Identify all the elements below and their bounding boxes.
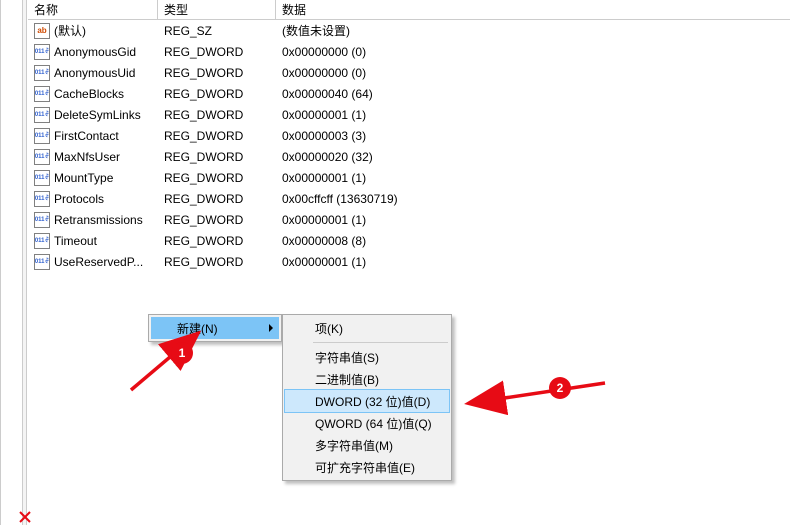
reg-binary-icon (34, 212, 50, 228)
table-row[interactable]: DeleteSymLinks REG_DWORD0x00000001 (1) (28, 104, 790, 125)
cell-name: UseReservedP... (34, 254, 164, 270)
reg-binary-icon (34, 191, 50, 207)
cell-name-text: DeleteSymLinks (54, 108, 141, 122)
cell-name-text: (默认) (54, 22, 86, 39)
menu-item-label: QWORD (64 位)值(Q) (315, 415, 432, 432)
column-header-name[interactable]: 名称 (28, 0, 158, 19)
cell-name-text: FirstContact (54, 129, 119, 143)
cell-name: AnonymousUid (34, 65, 164, 81)
menu-item-expand[interactable]: 可扩充字符串值(E) (285, 456, 449, 478)
cell-name: DeleteSymLinks (34, 107, 164, 123)
cell-type: REG_DWORD (164, 66, 282, 80)
cell-type: REG_DWORD (164, 171, 282, 185)
cell-type: REG_DWORD (164, 255, 282, 269)
menu-separator (313, 342, 448, 343)
reg-binary-icon (34, 254, 50, 270)
reg-binary-icon (34, 128, 50, 144)
cell-data: 0x00000020 (32) (282, 150, 790, 164)
cell-data: 0x00000001 (1) (282, 108, 790, 122)
table-row[interactable]: MaxNfsUser REG_DWORD0x00000020 (32) (28, 146, 790, 167)
cell-name: Timeout (34, 233, 164, 249)
reg-binary-icon (34, 44, 50, 60)
cell-type: REG_DWORD (164, 87, 282, 101)
cell-name: MaxNfsUser (34, 149, 164, 165)
column-header-type[interactable]: 类型 (158, 0, 276, 19)
table-row[interactable]: Timeout REG_DWORD0x00000008 (8) (28, 230, 790, 251)
cell-name-text: Retransmissions (54, 213, 143, 227)
cell-name-text: AnonymousGid (54, 45, 136, 59)
cell-data: 0x00000003 (3) (282, 129, 790, 143)
chevron-right-icon (269, 324, 273, 332)
cell-data: 0x00000000 (0) (282, 66, 790, 80)
menu-item-dword[interactable]: DWORD (32 位)值(D) (285, 390, 449, 412)
menu-item-label: DWORD (32 位)值(D) (315, 393, 430, 410)
context-menu: 新建(N) (148, 314, 282, 342)
menu-item-binary[interactable]: 二进制值(B) (285, 368, 449, 390)
reg-binary-icon (34, 107, 50, 123)
reg-binary-icon (34, 149, 50, 165)
cell-data: (数值未设置) (282, 22, 790, 39)
cell-type: REG_DWORD (164, 213, 282, 227)
cell-type: REG_DWORD (164, 150, 282, 164)
table-row[interactable]: FirstContact REG_DWORD0x00000003 (3) (28, 125, 790, 146)
cell-name: CacheBlocks (34, 86, 164, 102)
menu-item-label: 多字符串值(M) (315, 437, 393, 454)
cell-type: REG_DWORD (164, 108, 282, 122)
cell-type: REG_DWORD (164, 129, 282, 143)
cell-name-text: MountType (54, 171, 113, 185)
cell-data: 0x00000001 (1) (282, 255, 790, 269)
cell-data: 0x00000008 (8) (282, 234, 790, 248)
cell-type: REG_DWORD (164, 192, 282, 206)
reg-binary-icon (34, 65, 50, 81)
reg-binary-icon (34, 86, 50, 102)
column-headers: 名称 类型 数据 (28, 0, 790, 20)
menu-item-key[interactable]: 项(K) (285, 317, 449, 339)
cell-name-text: UseReservedP... (54, 255, 143, 269)
cell-data: 0x00cffcff (13630719) (282, 192, 790, 206)
column-header-data[interactable]: 数据 (276, 0, 790, 19)
cell-data: 0x00000001 (1) (282, 213, 790, 227)
cell-type: REG_SZ (164, 24, 282, 38)
cell-name: AnonymousGid (34, 44, 164, 60)
menu-item-multi[interactable]: 多字符串值(M) (285, 434, 449, 456)
cell-name: (默认) (34, 22, 164, 39)
table-row[interactable]: Protocols REG_DWORD0x00cffcff (13630719) (28, 188, 790, 209)
menu-item-label: 项(K) (315, 320, 343, 337)
cell-data: 0x00000000 (0) (282, 45, 790, 59)
cell-name-text: AnonymousUid (54, 66, 135, 80)
table-row[interactable]: MountType REG_DWORD0x00000001 (1) (28, 167, 790, 188)
table-row[interactable]: Retransmissions REG_DWORD0x00000001 (1) (28, 209, 790, 230)
reg-string-icon (34, 23, 50, 39)
cell-name-text: Protocols (54, 192, 104, 206)
context-submenu-new: 项(K) 字符串值(S) 二进制值(B) DWORD (32 位)值(D) QWORD … (282, 314, 452, 481)
table-row[interactable]: CacheBlocks REG_DWORD0x00000040 (64) (28, 83, 790, 104)
table-row[interactable]: AnonymousUid REG_DWORD0x00000000 (0) (28, 62, 790, 83)
menu-item-label: 可扩充字符串值(E) (315, 459, 415, 476)
cell-type: REG_DWORD (164, 234, 282, 248)
menu-item-label: 字符串值(S) (315, 349, 379, 366)
menu-item-qword[interactable]: QWORD (64 位)值(Q) (285, 412, 449, 434)
cell-type: REG_DWORD (164, 45, 282, 59)
menu-item-new[interactable]: 新建(N) (151, 317, 279, 339)
table-row[interactable]: AnonymousGid REG_DWORD0x00000000 (0) (28, 41, 790, 62)
table-row[interactable]: UseReservedP... REG_DWORD0x00000001 (1) (28, 251, 790, 272)
cell-name-text: CacheBlocks (54, 87, 124, 101)
reg-binary-icon (34, 233, 50, 249)
cell-name: Protocols (34, 191, 164, 207)
reg-binary-icon (34, 170, 50, 186)
cell-name: Retransmissions (34, 212, 164, 228)
menu-item-label: 二进制值(B) (315, 371, 379, 388)
menu-item-label: 新建(N) (177, 320, 218, 337)
cell-name: FirstContact (34, 128, 164, 144)
cell-name-text: Timeout (54, 234, 97, 248)
table-row[interactable]: (默认) REG_SZ(数值未设置) (28, 20, 790, 41)
registry-editor-right-pane: 名称 类型 数据 (默认) REG_SZ(数值未设置) AnonymousGid RE… (0, 0, 790, 525)
values-list[interactable]: (默认)REG_SZ(数值未设置)AnonymousGidREG_DWORD0x… (28, 20, 790, 272)
cell-name: MountType (34, 170, 164, 186)
cell-name-text: MaxNfsUser (54, 150, 120, 164)
split-divider[interactable] (22, 0, 27, 525)
cell-data: 0x00000040 (64) (282, 87, 790, 101)
cell-data: 0x00000001 (1) (282, 171, 790, 185)
menu-item-string[interactable]: 字符串值(S) (285, 346, 449, 368)
